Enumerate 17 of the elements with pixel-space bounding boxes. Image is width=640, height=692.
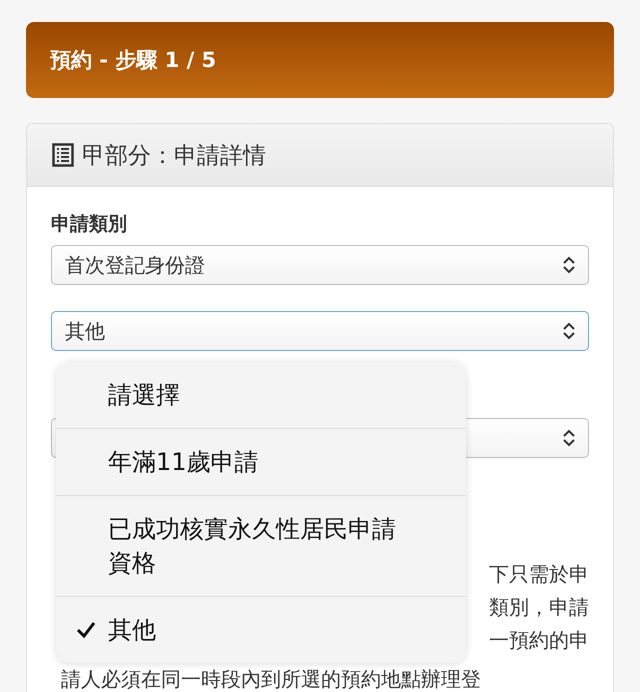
banner-title: 預約 - 步驟 1 / 5 [50, 47, 216, 74]
chevron-icon [562, 255, 576, 275]
dropdown-option[interactable]: 其他 [56, 596, 466, 663]
section-title: 甲部分：申請詳情 [82, 142, 266, 170]
dropdown-option[interactable]: 年滿11歲申請 [56, 428, 466, 495]
paragraph-text: 一預約的申 [489, 627, 589, 654]
field-label: 申請類別 [51, 212, 128, 237]
dropdown-option[interactable]: 請選擇 [56, 362, 466, 428]
paragraph-text: 請人必須在同一時段內到所選的預約地點辦理登 [61, 666, 481, 692]
paragraph-text: 下只需於申 [489, 561, 589, 588]
chevron-icon [562, 321, 576, 341]
list-icon [52, 143, 74, 167]
dropdown-option[interactable]: 已成功核實永久性居民申請資格 [56, 495, 466, 596]
chevron-icon [562, 428, 576, 448]
subcategory-select[interactable]: 其他 [51, 311, 589, 351]
paragraph-text: 類別，申請 [489, 594, 589, 621]
category-select[interactable]: 首次登記身份證 [51, 245, 589, 285]
